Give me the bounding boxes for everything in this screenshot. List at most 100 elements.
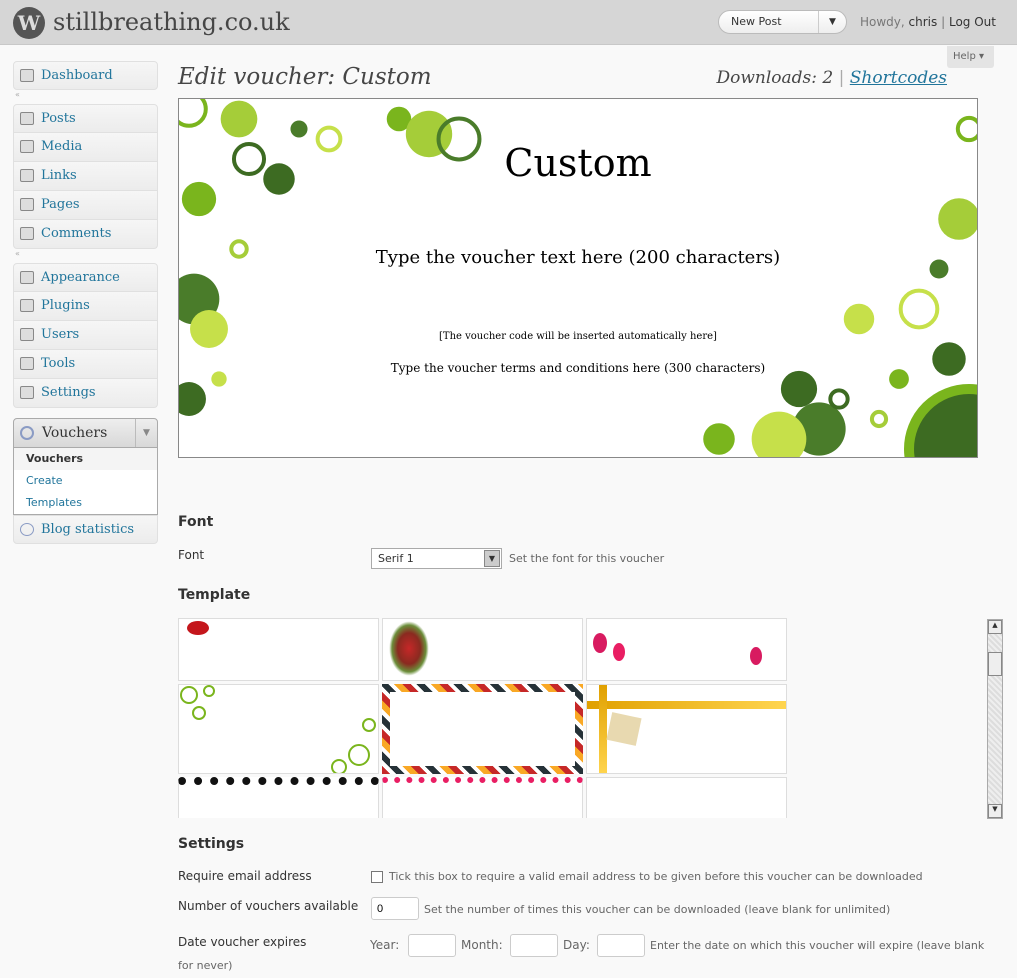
submenu-templates[interactable]: Templates [14, 492, 157, 514]
template-thumbnail[interactable] [586, 684, 787, 774]
separator: | [941, 15, 946, 29]
sidebar-item-label[interactable]: Posts [41, 111, 76, 126]
template-thumbnail[interactable] [382, 618, 583, 681]
template-grid[interactable] [178, 618, 788, 818]
scroll-down-icon[interactable]: ▼ [988, 804, 1002, 818]
sidebar-item-label[interactable]: Comments [41, 226, 111, 241]
decorative-circle [898, 288, 940, 330]
font-select-value[interactable]: Serif 1 [378, 552, 414, 565]
sidebar-item-plugins[interactable]: Plugins [13, 292, 158, 321]
sidebar-item-label[interactable]: Settings [41, 385, 96, 400]
voucher-code: [The voucher code will be inserted autom… [439, 331, 717, 342]
decorative-circle [181, 181, 217, 217]
users-icon [20, 328, 34, 341]
template-thumbnail[interactable] [178, 777, 379, 818]
new-post-dropdown[interactable]: New Post ▼ [718, 10, 847, 34]
require-email-checkbox[interactable] [371, 871, 383, 883]
decorative-circle [869, 409, 889, 429]
gear-icon [20, 426, 34, 440]
sidebar-item-label[interactable]: Plugins [41, 298, 90, 313]
tools-icon [20, 357, 34, 370]
month-input[interactable] [510, 934, 558, 957]
collapse-separator[interactable]: « [13, 90, 158, 104]
shortcodes-link[interactable]: Shortcodes [850, 68, 947, 88]
logout-link[interactable]: Log Out [949, 15, 996, 29]
plug-icon [20, 299, 34, 312]
media-icon [20, 140, 34, 153]
downloads-info: Downloads: 2 | Shortcodes [717, 68, 948, 88]
chevron-down-icon[interactable]: ▼ [484, 550, 500, 567]
scroll-thumb[interactable] [988, 652, 1002, 676]
sidebar-item-label[interactable]: Vouchers [42, 425, 107, 441]
submenu-create[interactable]: Create [14, 470, 157, 492]
sidebar-item-label[interactable]: Media [41, 139, 82, 154]
template-thumbnail[interactable] [178, 618, 379, 681]
decorative-circle [955, 115, 977, 143]
sidebar-item-label[interactable]: Appearance [41, 270, 120, 285]
sidebar-item-vouchers[interactable]: Vouchers ▼ [13, 418, 158, 448]
admin-header: W stillbreathing.co.uk New Post ▼ Howdy, … [0, 0, 1017, 45]
template-thumbnail[interactable] [382, 684, 583, 774]
sidebar-item-media[interactable]: Media [13, 133, 158, 162]
sidebar-item-pages[interactable]: Pages [13, 191, 158, 220]
sidebar-item-label[interactable]: Dashboard [41, 68, 113, 83]
year-input[interactable] [408, 934, 456, 957]
email-note: Tick this box to require a valid email a… [389, 870, 923, 883]
wordpress-logo-icon[interactable]: W [13, 7, 45, 39]
voucher-terms: Type the voucher terms and conditions he… [390, 361, 766, 375]
help-button[interactable]: Help ▾ [947, 46, 994, 68]
sidebar-item-dashboard[interactable]: Dashboard [13, 61, 158, 90]
sidebar-menu: Dashboard « Posts Media Links Pages Comm… [13, 61, 158, 544]
decorative-circle [703, 423, 735, 455]
template-thumbnail[interactable] [178, 684, 379, 774]
template-scrollbar[interactable]: ▲ ▼ [987, 619, 1003, 819]
chevron-down-icon[interactable]: ▼ [818, 11, 846, 33]
decorative-circle [190, 310, 228, 348]
scroll-up-icon[interactable]: ▲ [988, 620, 1002, 634]
submenu-vouchers[interactable]: Vouchers [14, 448, 157, 470]
sidebar-item-label[interactable]: Blog statistics [41, 522, 134, 537]
sidebar-item-label[interactable]: Links [41, 168, 77, 183]
collapse-separator[interactable]: « [13, 249, 158, 263]
font-select[interactable]: Serif 1 ▼ [371, 548, 502, 569]
settings-icon [20, 386, 34, 399]
decorative-circle [179, 99, 208, 128]
new-post-label[interactable]: New Post [731, 15, 782, 28]
sidebar-item-tools[interactable]: Tools [13, 350, 158, 379]
sidebar-item-comments[interactable]: Comments [13, 220, 158, 249]
font-label: Font [178, 548, 205, 562]
template-thumbnail[interactable] [586, 618, 787, 681]
font-note: Set the font for this voucher [509, 552, 665, 565]
day-input[interactable] [597, 934, 645, 957]
sidebar-item-appearance[interactable]: Appearance [13, 263, 158, 292]
sidebar-item-label[interactable]: Pages [41, 197, 80, 212]
count-label: Number of vouchers available [178, 899, 359, 913]
comment-icon [20, 227, 34, 240]
user-name-link[interactable]: chris [909, 15, 938, 29]
decorative-circle [843, 303, 875, 335]
expiry-note: Enter the date on which this voucher wil… [650, 939, 985, 952]
sidebar-item-label[interactable]: Tools [41, 356, 75, 371]
template-heading: Template [178, 587, 251, 603]
help-label[interactable]: Help [953, 51, 976, 62]
pin-icon [20, 112, 34, 125]
sidebar-item-settings[interactable]: Settings [13, 379, 158, 408]
appearance-icon [20, 271, 34, 284]
voucher-name: Custom [504, 141, 652, 185]
sidebar-item-label[interactable]: Users [41, 327, 79, 342]
sidebar-item-links[interactable]: Links [13, 162, 158, 191]
sidebar-item-blog-statistics[interactable]: Blog statistics [13, 515, 158, 544]
sidebar-item-posts[interactable]: Posts [13, 104, 158, 133]
vouchers-submenu: Vouchers Create Templates [13, 448, 158, 515]
chevron-down-icon[interactable]: ▼ [135, 419, 157, 447]
template-thumbnail[interactable] [586, 777, 787, 818]
settings-heading: Settings [178, 836, 245, 852]
template-thumbnail[interactable] [382, 777, 583, 818]
decorative-circle [938, 198, 977, 240]
email-label: Require email address [178, 869, 312, 883]
day-label: Day: [563, 938, 590, 952]
decorative-circle [220, 100, 258, 138]
site-title[interactable]: stillbreathing.co.uk [53, 8, 290, 36]
vouchers-available-input[interactable] [371, 897, 419, 920]
sidebar-item-users[interactable]: Users [13, 321, 158, 350]
